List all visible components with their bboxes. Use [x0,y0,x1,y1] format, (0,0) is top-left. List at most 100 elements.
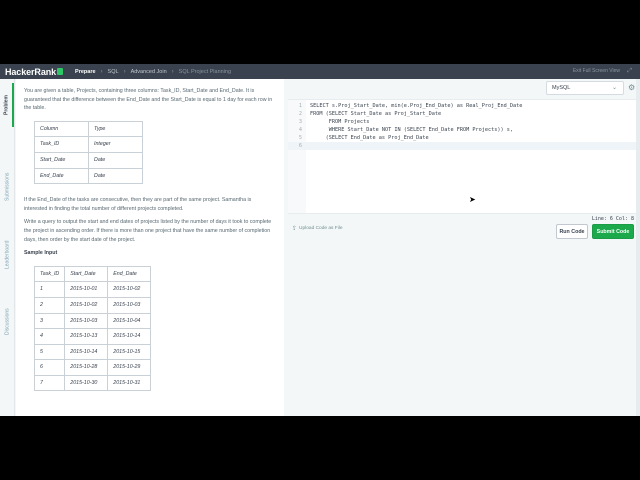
chevron-down-icon: ⌄ [611,85,617,91]
table-cell: 2015-10-04 [107,312,152,330]
code-text: (SELECT End_Date as Proj_End_Date [310,135,429,141]
code-text: FROM (SELECT Start_Date as Proj_Start_Da… [310,111,442,117]
code-text: SELECT s.Proj_Start_Date, min(e.Proj_End… [310,103,523,109]
upload-label: Upload Code as File [299,226,343,231]
table-cell: 5 [33,343,66,361]
table-cell: 1 [33,281,66,298]
table-row: 5 2015-10-14 2015-10-15 [33,343,152,361]
code-text: WHERE Start_Date NOT IN (SELECT End_Date… [310,127,514,133]
schema-table: Column Type Task_ID Integer Start_Date D… [34,120,143,185]
chevron-right-icon: › [171,68,174,75]
table-row: 2 2015-10-02 2015-10-03 [33,296,152,314]
language-value: MySQL [552,85,571,91]
line-number: 4 [298,127,302,133]
table-cell: 2015-10-03 [107,296,152,314]
table-cell: Task_ID [34,136,89,153]
table-cell: 6 [33,359,66,376]
table-header-row: Task_ID Start_Date End_Date [33,265,152,283]
table-cell: 2 [33,296,66,314]
table-cell: Start_Date [34,151,89,169]
tab-submissions[interactable]: Submissions [1,157,14,217]
chevron-right-icon: › [123,68,126,75]
gear-icon[interactable]: ⚙ [628,83,635,92]
code-editor[interactable]: 1 SELECT s.Proj_Start_Date, min(e.Proj_E… [288,99,640,214]
chevron-right-icon: › [100,68,103,75]
table-cell: 2015-10-29 [107,359,152,376]
sample-input-heading: Sample Input [24,250,58,257]
table-row: 6 2015-10-28 2015-10-29 [33,359,152,376]
line-number: 6 [298,143,302,149]
submit-code-button[interactable]: Submit Code [592,224,634,239]
table-header: Task_ID [33,265,66,283]
expand-icon[interactable]: ⤢ [627,68,632,75]
exit-fullscreen-link[interactable]: Exit Full Screen View [573,68,620,74]
problem-task: Write a query to output the start and en… [24,219,272,243]
table-header: Column [34,120,89,138]
language-select[interactable]: MySQL ⌄ [546,81,624,95]
editor-panel: MySQL ⌄ ⚙ 1 SELECT s.Proj_Start_Date, mi… [286,79,640,416]
hackerrank-logo[interactable]: HackerRank [0,66,64,77]
upload-code-link[interactable]: ⇪ Upload Code as File [292,225,343,232]
table-cell: Date [88,167,143,185]
table-header-row: Column Type [34,120,143,138]
sample-input-table: Task_ID Start_Date End_Date 1 2015-10-01… [33,265,152,392]
table-row: 3 2015-10-03 2015-10-04 [33,312,152,330]
code-line[interactable]: 3 FROM Projects [288,118,640,126]
problem-paragraph: If the End_Date of the tasks are consecu… [24,197,252,212]
table-cell: 2015-10-01 [64,281,109,298]
table-row: 1 2015-10-01 2015-10-02 [33,281,152,298]
table-cell: 2015-10-02 [64,296,109,314]
breadcrumb: Prepare › SQL › Advanced Join › SQL Proj… [75,69,231,75]
line-number: 3 [298,119,302,125]
table-cell: 2015-10-14 [107,328,152,345]
table-row: 4 2015-10-13 2015-10-14 [33,328,152,345]
tab-discussions[interactable]: Discussions [1,292,14,352]
breadcrumb-prepare[interactable]: Prepare [75,69,96,75]
tab-leaderboard[interactable]: Leaderboard [1,225,14,285]
upload-icon: ⇪ [292,226,298,232]
line-number: 5 [298,135,302,141]
scrollbar[interactable] [636,79,640,416]
table-row: Start_Date Date [34,151,143,169]
logo-text: HackerRank [5,66,57,77]
table-cell: 2015-10-30 [64,374,109,392]
problem-intro: You are given a table, Projects, contain… [24,88,273,112]
table-cell: 2015-10-13 [64,328,109,345]
line-number: 2 [298,111,302,117]
line-number: 1 [298,103,302,109]
table-cell: 2015-10-03 [64,312,109,330]
table-cell: 2015-10-15 [107,343,152,361]
table-row: Task_ID Integer [34,136,143,153]
table-row: End_Date Date [34,167,143,185]
tab-problem[interactable]: Problem [1,83,14,127]
mouse-cursor-icon: ➤ [469,195,476,204]
table-cell: 2015-10-31 [107,374,152,392]
table-cell: 2015-10-02 [107,281,152,298]
table-cell: 3 [33,312,66,330]
table-header: Type [88,120,143,138]
table-header: Start_Date [64,265,109,283]
top-nav: HackerRank Prepare › SQL › Advanced Join… [0,64,640,79]
run-code-button[interactable]: Run Code [556,224,588,239]
hackerrank-window: HackerRank Prepare › SQL › Advanced Join… [0,64,640,416]
code-line-current[interactable]: 6 [288,142,640,150]
table-header: End_Date [107,265,152,283]
table-cell: Date [88,151,143,169]
breadcrumb-advanced-join[interactable]: Advanced Join [131,69,167,75]
code-text: FROM Projects [310,119,370,125]
table-row: 7 2015-10-30 2015-10-31 [33,374,152,392]
code-line[interactable]: 2 FROM (SELECT Start_Date as Proj_Start_… [288,110,640,118]
code-line[interactable]: 1 SELECT s.Proj_Start_Date, min(e.Proj_E… [288,102,640,110]
table-cell: 4 [33,328,66,345]
side-tab-rail: Problem Submissions Leaderboard Discussi… [0,79,15,416]
code-line[interactable]: 5 (SELECT End_Date as Proj_End_Date [288,134,640,142]
table-cell: Integer [88,136,143,153]
breadcrumb-sql[interactable]: SQL [108,69,119,75]
problem-statement: You are given a table, Projects, contain… [16,79,284,416]
table-cell: 7 [33,374,66,392]
code-line[interactable]: 4 WHERE Start_Date NOT IN (SELECT End_Da… [288,126,640,134]
table-cell: 2015-10-14 [64,343,109,361]
editor-status: Line: 6 Col: 8 [288,213,640,222]
table-cell: End_Date [34,167,89,185]
table-cell: 2015-10-28 [64,359,109,376]
